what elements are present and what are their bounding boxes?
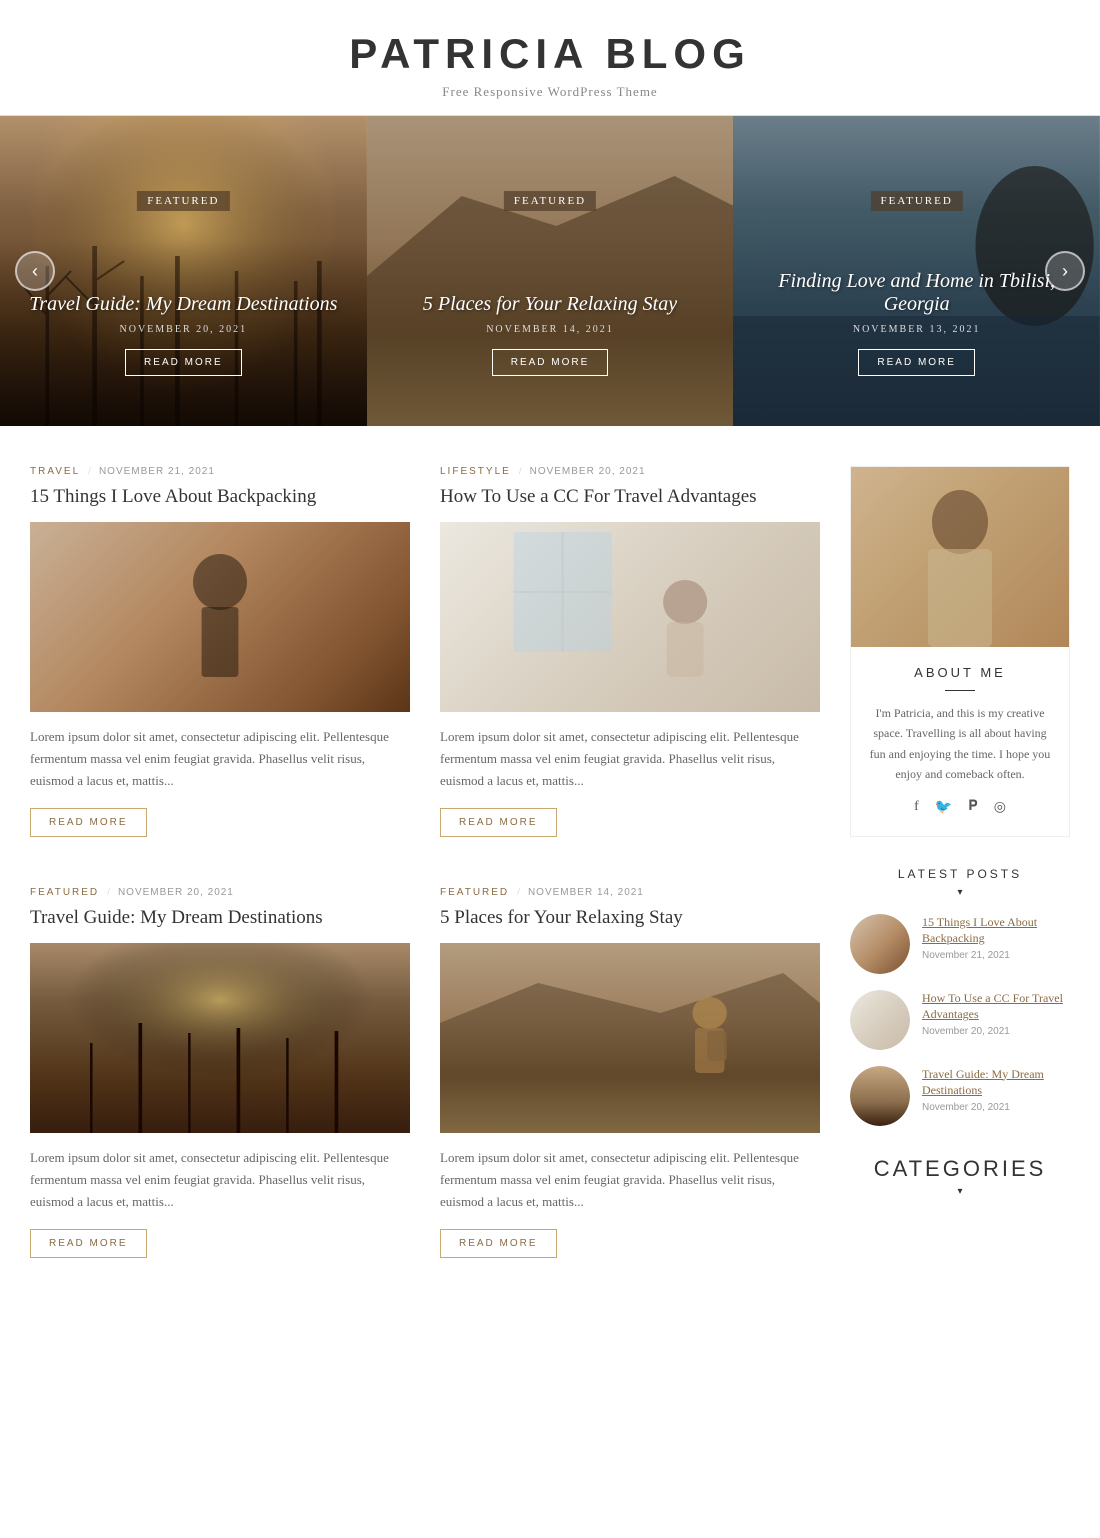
latest-posts-arrow: ▾	[850, 887, 1070, 898]
about-title: ABOUT ME	[851, 665, 1069, 680]
slide-2-date: NOVEMBER 14, 2021	[367, 324, 734, 335]
latest-post-thumb-3	[850, 1066, 910, 1126]
featured-slide-2: FEATURED 5 Places for Your Relaxing Stay…	[367, 116, 734, 426]
sidebar: ABOUT ME I'm Patricia, and this is my cr…	[850, 466, 1070, 1258]
twitter-icon[interactable]: 🐦	[935, 799, 952, 816]
sidebar-latest-posts: LATEST POSTS ▾ 15 Things I Love About Ba…	[850, 867, 1070, 1126]
instagram-icon[interactable]: ◎	[994, 799, 1006, 816]
post-2-title: How To Use a CC For Travel Advantages	[440, 485, 820, 510]
slide-1-date: NOVEMBER 20, 2021	[0, 324, 367, 335]
site-header: PATRICIA BLOG Free Responsive WordPress …	[0, 0, 1100, 116]
posts-grid: TRAVEL / NOVEMBER 21, 2021 15 Things I L…	[30, 466, 820, 1258]
featured-slide-1: FEATURED Travel Guide: My Dream Destinat…	[0, 116, 367, 426]
post-1-date: NOVEMBER 21, 2021	[99, 466, 215, 477]
latest-post-info-1: 15 Things I Love About Backpacking Novem…	[922, 914, 1070, 962]
latest-post-info-3: Travel Guide: My Dream Destinations Nove…	[922, 1066, 1070, 1114]
slide-2-read-more[interactable]: READ MORE	[492, 349, 609, 376]
post-1-read-more[interactable]: READ MORE	[30, 808, 147, 837]
post-3-category: FEATURED	[30, 887, 99, 898]
latest-post-date-3: November 20, 2021	[922, 1102, 1070, 1113]
latest-post-item-3: Travel Guide: My Dream Destinations Nove…	[850, 1066, 1070, 1126]
latest-posts-title: LATEST POSTS	[850, 867, 1070, 881]
latest-post-date-2: November 20, 2021	[922, 1026, 1070, 1037]
post-1-title: 15 Things I Love About Backpacking	[30, 485, 410, 510]
post-2-image	[440, 522, 820, 712]
latest-post-item-1: 15 Things I Love About Backpacking Novem…	[850, 914, 1070, 974]
post-4-date: NOVEMBER 14, 2021	[528, 887, 644, 898]
post-4-category: FEATURED	[440, 887, 509, 898]
post-card-3: FEATURED / NOVEMBER 20, 2021 Travel Guid…	[30, 887, 410, 1258]
post-2-meta: LIFESTYLE / NOVEMBER 20, 2021	[440, 466, 820, 477]
post-card-1: TRAVEL / NOVEMBER 21, 2021 15 Things I L…	[30, 466, 410, 837]
site-title: PATRICIA BLOG	[20, 30, 1080, 78]
site-tagline: Free Responsive WordPress Theme	[20, 84, 1080, 100]
post-4-read-more[interactable]: READ MORE	[440, 1229, 557, 1258]
post-3-image	[30, 943, 410, 1133]
post-2-date: NOVEMBER 20, 2021	[530, 466, 646, 477]
slide-1-badge: FEATURED	[137, 191, 229, 211]
post-3-read-more[interactable]: READ MORE	[30, 1229, 147, 1258]
latest-post-title-3[interactable]: Travel Guide: My Dream Destinations	[922, 1066, 1070, 1100]
about-divider	[945, 690, 975, 691]
sidebar-categories: CATEGORIES ▾	[850, 1156, 1070, 1197]
slide-1-title: Travel Guide: My Dream Destinations	[0, 293, 367, 316]
featured-slider: ‹	[0, 116, 1100, 426]
slide-3-date: NOVEMBER 13, 2021	[733, 324, 1100, 335]
latest-post-title-1[interactable]: 15 Things I Love About Backpacking	[922, 914, 1070, 948]
post-1-category: TRAVEL	[30, 466, 80, 477]
post-card-2: LIFESTYLE / NOVEMBER 20, 2021 How To Use…	[440, 466, 820, 837]
post-4-title: 5 Places for Your Relaxing Stay	[440, 906, 820, 931]
post-2-read-more[interactable]: READ MORE	[440, 808, 557, 837]
post-1-meta: TRAVEL / NOVEMBER 21, 2021	[30, 466, 410, 477]
slide-2-badge: FEATURED	[504, 191, 596, 211]
post-4-meta: FEATURED / NOVEMBER 14, 2021	[440, 887, 820, 898]
post-3-date: NOVEMBER 20, 2021	[118, 887, 234, 898]
latest-post-title-2[interactable]: How To Use a CC For Travel Advantages	[922, 990, 1070, 1024]
post-2-excerpt: Lorem ipsum dolor sit amet, consectetur …	[440, 726, 820, 792]
post-3-title: Travel Guide: My Dream Destinations	[30, 906, 410, 931]
about-social: f 🐦 𝐏 ◎	[851, 799, 1069, 816]
slide-1-read-more[interactable]: READ MORE	[125, 349, 242, 376]
slider-next-button[interactable]: ›	[1045, 251, 1085, 291]
about-text: I'm Patricia, and this is my creative sp…	[851, 703, 1069, 785]
post-1-image	[30, 522, 410, 712]
latest-post-thumb-1	[850, 914, 910, 974]
post-4-image	[440, 943, 820, 1133]
about-photo	[851, 467, 1069, 647]
main-container: TRAVEL / NOVEMBER 21, 2021 15 Things I L…	[0, 426, 1100, 1258]
post-3-excerpt: Lorem ipsum dolor sit amet, consectetur …	[30, 1147, 410, 1213]
pinterest-icon[interactable]: 𝐏	[968, 799, 977, 816]
sidebar-about: ABOUT ME I'm Patricia, and this is my cr…	[850, 466, 1070, 837]
slider-prev-button[interactable]: ‹	[15, 251, 55, 291]
facebook-icon[interactable]: f	[914, 799, 919, 816]
latest-post-info-2: How To Use a CC For Travel Advantages No…	[922, 990, 1070, 1038]
post-4-excerpt: Lorem ipsum dolor sit amet, consectetur …	[440, 1147, 820, 1213]
slide-2-title: 5 Places for Your Relaxing Stay	[367, 293, 734, 316]
post-card-4: FEATURED / NOVEMBER 14, 2021 5 Places fo…	[440, 887, 820, 1258]
slide-3-read-more[interactable]: READ MORE	[858, 349, 975, 376]
post-2-category: LIFESTYLE	[440, 466, 511, 477]
content-area: TRAVEL / NOVEMBER 21, 2021 15 Things I L…	[30, 466, 850, 1258]
categories-arrow: ▾	[850, 1186, 1070, 1197]
latest-post-thumb-2	[850, 990, 910, 1050]
post-3-meta: FEATURED / NOVEMBER 20, 2021	[30, 887, 410, 898]
post-1-excerpt: Lorem ipsum dolor sit amet, consectetur …	[30, 726, 410, 792]
categories-title: CATEGORIES	[850, 1156, 1070, 1182]
latest-post-item-2: How To Use a CC For Travel Advantages No…	[850, 990, 1070, 1050]
latest-post-date-1: November 21, 2021	[922, 950, 1070, 961]
slide-3-badge: FEATURED	[871, 191, 963, 211]
